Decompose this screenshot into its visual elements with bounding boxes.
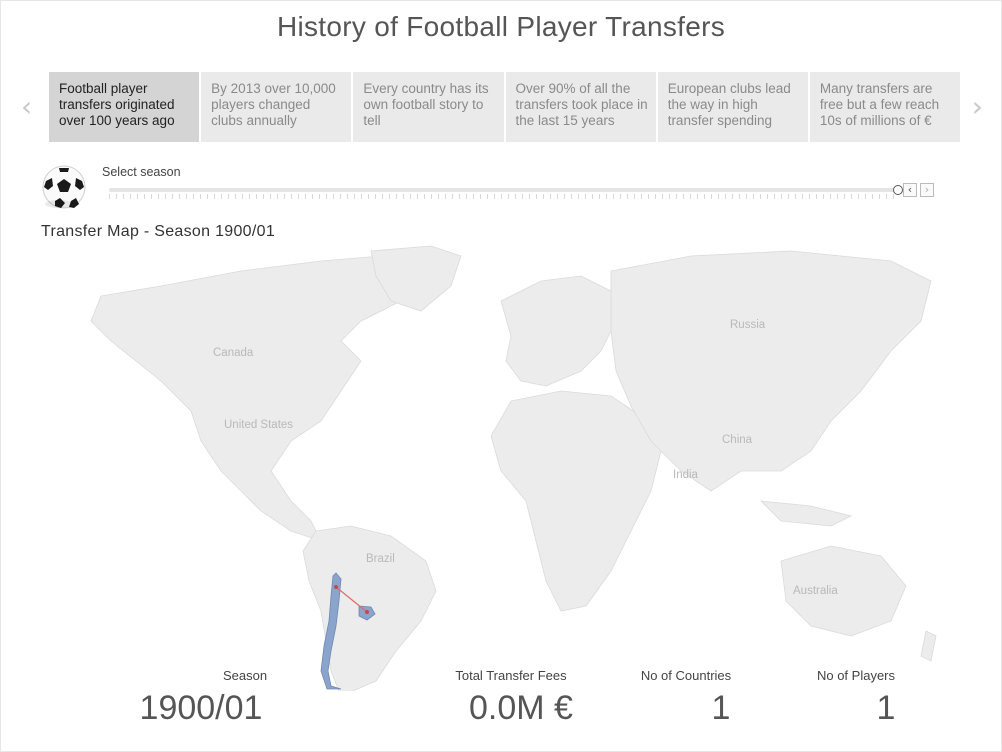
map-title: Transfer Map - Season 1900/01: [41, 223, 276, 240]
soccer-ball-icon: [41, 164, 87, 210]
new-zealand-landmass: [920, 630, 937, 662]
africa-landmass: [490, 390, 662, 612]
transfer-destination-point: [365, 610, 369, 614]
fees-kpi-label: Total Transfer Fees: [455, 668, 567, 683]
story-point-6[interactable]: Many transfers are free but a few reach …: [809, 72, 961, 142]
story-point-1[interactable]: Football player transfers originated ove…: [49, 72, 200, 142]
select-season-label: Select season: [102, 165, 181, 179]
story-point-3[interactable]: Every country has its own football story…: [353, 72, 504, 142]
story-points-navigator: Football player transfers originated ove…: [49, 72, 961, 142]
season-kpi-label: Season: [222, 668, 268, 683]
map-label-india: India: [673, 469, 699, 481]
page-title: History of Football Player Transfers: [276, 11, 726, 42]
map-label-australia: Australia: [793, 585, 838, 597]
slider-track: [109, 188, 899, 192]
indonesia-landmass: [759, 500, 853, 527]
season-slider[interactable]: [109, 185, 903, 199]
season-kpi-value: 1900/01: [139, 689, 263, 727]
map-label-russia: Russia: [730, 319, 766, 331]
previous-season-button[interactable]: ‹: [903, 183, 917, 197]
slider-ticks: [109, 194, 899, 199]
next-season-button[interactable]: ›: [920, 183, 934, 197]
story-point-4[interactable]: Over 90% of all the transfers took place…: [505, 72, 656, 142]
fees-kpi-value: 0.0M €: [469, 689, 573, 727]
map-label-canada: Canada: [213, 347, 254, 359]
countries-kpi-value: 1: [711, 689, 731, 727]
north-america-landmass: [90, 255, 422, 542]
transfer-origin-point: [334, 585, 338, 589]
next-story-arrow-icon[interactable]: ›: [972, 93, 983, 121]
countries-kpi-label: No of Countries: [640, 668, 732, 683]
map-label-brazil: Brazil: [366, 553, 395, 565]
story-point-5[interactable]: European clubs lead the way in high tran…: [657, 72, 808, 142]
map-label-united-states: United States: [224, 419, 293, 431]
world-map[interactable]: Canada United States Russia China India …: [41, 241, 961, 697]
story-point-2[interactable]: By 2013 over 10,000 players changed club…: [201, 72, 352, 142]
map-label-china: China: [722, 434, 753, 446]
previous-story-arrow-icon[interactable]: ‹: [21, 93, 32, 121]
slider-thumb[interactable]: [893, 185, 903, 195]
europe-landmass: [500, 275, 617, 387]
players-kpi-value: 1: [876, 689, 896, 727]
players-kpi-label: No of Players: [816, 668, 896, 683]
